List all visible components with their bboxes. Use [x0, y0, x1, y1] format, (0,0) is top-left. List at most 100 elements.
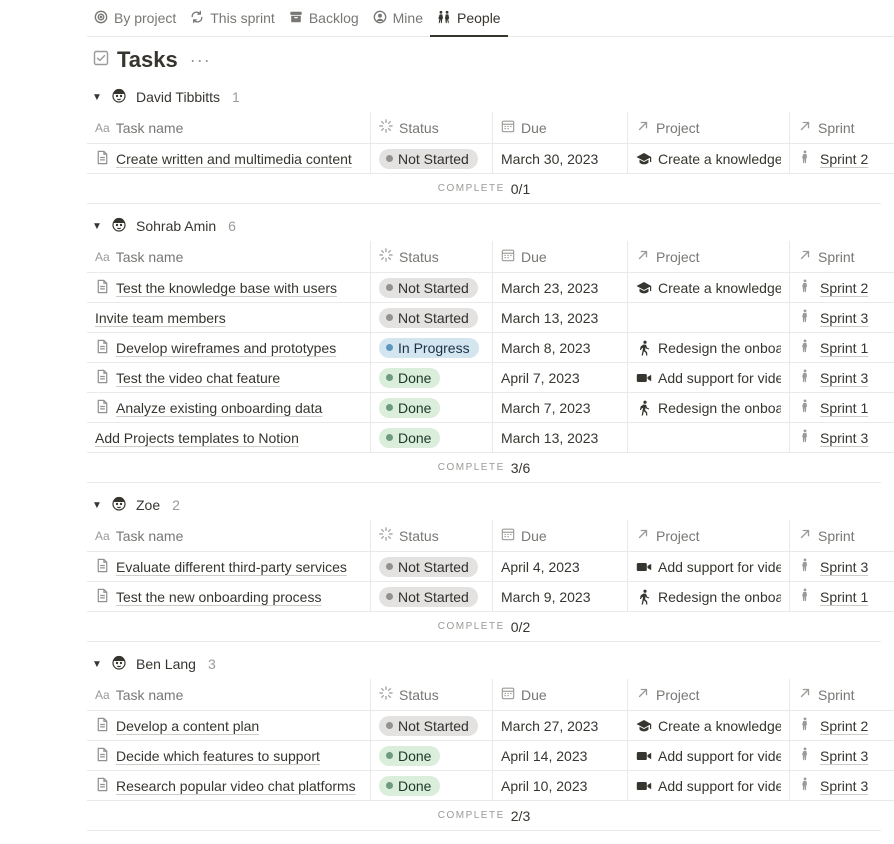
sprint-cell[interactable]: Sprint 3	[790, 303, 894, 332]
task-name-cell[interactable]: Decide which features to support	[87, 741, 371, 770]
column-header-task-name[interactable]: Aa Task name	[87, 520, 371, 551]
project-cell[interactable]: Redesign the onboarding	[628, 393, 790, 422]
status-cell[interactable]: Done	[371, 363, 493, 392]
column-header-sprint[interactable]: Sprint	[790, 112, 894, 143]
status-cell[interactable]: Not Started	[371, 273, 493, 302]
column-header-due[interactable]: Due	[493, 241, 628, 272]
sprint-link[interactable]: Sprint 3	[820, 310, 868, 326]
task-name-cell[interactable]: Test the video chat feature	[87, 363, 371, 392]
due-date-cell[interactable]: April 4, 2023	[493, 552, 628, 581]
sprint-cell[interactable]: Sprint 2	[790, 144, 894, 173]
due-date-cell[interactable]: March 8, 2023	[493, 333, 628, 362]
sprint-cell[interactable]: Sprint 1	[790, 333, 894, 362]
task-name[interactable]: Analyze existing onboarding data	[116, 400, 322, 416]
more-options-icon[interactable]: ···	[190, 50, 211, 71]
task-name[interactable]: Test the new onboarding process	[116, 589, 321, 605]
column-header-project[interactable]: Project	[628, 112, 790, 143]
status-cell[interactable]: Done	[371, 741, 493, 770]
due-date-cell[interactable]: March 30, 2023	[493, 144, 628, 173]
sprint-cell[interactable]: Sprint 3	[790, 771, 894, 800]
sprint-link[interactable]: Sprint 3	[820, 778, 868, 794]
toggle-triangle-icon[interactable]: ▼	[92, 92, 102, 103]
sprint-link[interactable]: Sprint 3	[820, 430, 868, 446]
due-date-cell[interactable]: March 9, 2023	[493, 582, 628, 611]
sprint-cell[interactable]: Sprint 1	[790, 582, 894, 611]
column-header-status[interactable]: Status	[371, 679, 493, 710]
status-cell[interactable]: Done	[371, 423, 493, 452]
sprint-link[interactable]: Sprint 3	[820, 559, 868, 575]
task-name-cell[interactable]: Evaluate different third-party services	[87, 552, 371, 581]
status-cell[interactable]: Not Started	[371, 144, 493, 173]
column-header-project[interactable]: Project	[628, 241, 790, 272]
sprint-cell[interactable]: Sprint 2	[790, 711, 894, 740]
task-name[interactable]: Create written and multimedia content	[116, 151, 352, 167]
column-header-status[interactable]: Status	[371, 112, 493, 143]
status-cell[interactable]: Not Started	[371, 303, 493, 332]
project-link[interactable]: Create a knowledge base	[658, 718, 781, 734]
sprint-link[interactable]: Sprint 3	[820, 370, 868, 386]
table-row[interactable]: Test the knowledge base with users Not S…	[87, 273, 894, 303]
project-link[interactable]: Redesign the onboarding	[658, 589, 781, 605]
tab-this-sprint[interactable]: This sprint	[183, 0, 282, 36]
project-cell[interactable]: Create a knowledge base	[628, 144, 790, 173]
task-name[interactable]: Develop wireframes and prototypes	[116, 340, 336, 356]
column-header-due[interactable]: Due	[493, 679, 628, 710]
sprint-cell[interactable]: Sprint 3	[790, 423, 894, 452]
project-link[interactable]: Add support for video chat	[658, 559, 781, 575]
table-row[interactable]: Test the new onboarding process Not Star…	[87, 582, 894, 612]
table-row[interactable]: Invite team members Not Started March 13…	[87, 303, 894, 333]
due-date-cell[interactable]: March 23, 2023	[493, 273, 628, 302]
column-header-task-name[interactable]: Aa Task name	[87, 112, 371, 143]
project-link[interactable]: Add support for video chat	[658, 748, 781, 764]
sprint-cell[interactable]: Sprint 3	[790, 552, 894, 581]
table-row[interactable]: Analyze existing onboarding data Done Ma…	[87, 393, 894, 423]
sprint-cell[interactable]: Sprint 2	[790, 273, 894, 302]
project-cell[interactable]: Add support for video chat	[628, 771, 790, 800]
table-row[interactable]: Develop wireframes and prototypes In Pro…	[87, 333, 894, 363]
table-row[interactable]: Create written and multimedia content No…	[87, 144, 894, 174]
due-date-cell[interactable]: April 10, 2023	[493, 771, 628, 800]
project-link[interactable]: Add support for video chat	[658, 370, 781, 386]
tab-people[interactable]: People	[430, 0, 508, 37]
task-name-cell[interactable]: Test the knowledge base with users	[87, 273, 371, 302]
task-name[interactable]: Develop a content plan	[116, 718, 259, 734]
sprint-link[interactable]: Sprint 1	[820, 340, 868, 356]
due-date-cell[interactable]: March 13, 2023	[493, 303, 628, 332]
toggle-triangle-icon[interactable]: ▼	[92, 221, 102, 232]
sprint-cell[interactable]: Sprint 1	[790, 393, 894, 422]
status-cell[interactable]: Done	[371, 771, 493, 800]
column-header-project[interactable]: Project	[628, 520, 790, 551]
status-cell[interactable]: Not Started	[371, 711, 493, 740]
column-header-task-name[interactable]: Aa Task name	[87, 679, 371, 710]
sprint-link[interactable]: Sprint 2	[820, 718, 868, 734]
table-row[interactable]: Develop a content plan Not Started March…	[87, 711, 894, 741]
task-name-cell[interactable]: Create written and multimedia content	[87, 144, 371, 173]
column-header-sprint[interactable]: Sprint	[790, 679, 894, 710]
sprint-link[interactable]: Sprint 2	[820, 280, 868, 296]
column-header-sprint[interactable]: Sprint	[790, 520, 894, 551]
column-header-sprint[interactable]: Sprint	[790, 241, 894, 272]
column-header-status[interactable]: Status	[371, 241, 493, 272]
column-header-due[interactable]: Due	[493, 112, 628, 143]
project-link[interactable]: Redesign the onboarding	[658, 340, 781, 356]
project-link[interactable]: Add support for video chat	[658, 778, 781, 794]
table-row[interactable]: Add Projects templates to Notion Done Ma…	[87, 423, 894, 453]
column-header-status[interactable]: Status	[371, 520, 493, 551]
column-header-project[interactable]: Project	[628, 679, 790, 710]
toggle-triangle-icon[interactable]: ▼	[92, 500, 102, 511]
task-name[interactable]: Invite team members	[95, 310, 226, 326]
project-cell[interactable]: Add support for video chat	[628, 363, 790, 392]
column-header-task-name[interactable]: Aa Task name	[87, 241, 371, 272]
task-name[interactable]: Decide which features to support	[116, 748, 320, 764]
table-row[interactable]: Test the video chat feature Done April 7…	[87, 363, 894, 393]
table-row[interactable]: Evaluate different third-party services …	[87, 552, 894, 582]
task-name[interactable]: Research popular video chat platforms	[116, 778, 356, 794]
task-name-cell[interactable]: Add Projects templates to Notion	[87, 423, 371, 452]
project-cell[interactable]: Redesign the onboarding	[628, 333, 790, 362]
column-header-due[interactable]: Due	[493, 520, 628, 551]
project-link[interactable]: Create a knowledge base	[658, 280, 781, 296]
sprint-link[interactable]: Sprint 1	[820, 589, 868, 605]
task-name-cell[interactable]: Develop a content plan	[87, 711, 371, 740]
sprint-link[interactable]: Sprint 1	[820, 400, 868, 416]
table-row[interactable]: Research popular video chat platforms Do…	[87, 771, 894, 801]
